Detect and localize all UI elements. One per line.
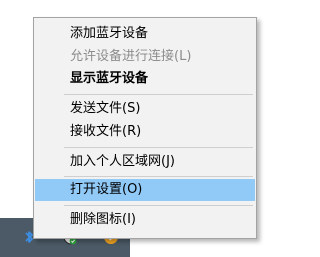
menu-separator [64, 176, 253, 177]
menu-item-send-file[interactable]: 发送文件(S) [35, 98, 255, 120]
menu-item-receive-file[interactable]: 接收文件(R) [35, 121, 255, 143]
menu-item-show-bluetooth-devices[interactable]: 显示蓝牙设备 [35, 68, 255, 90]
menu-item-remove-icon[interactable]: 删除图标(I) [35, 209, 255, 231]
menu-item-join-personal-area-network[interactable]: 加入个人区域网(J) [35, 151, 255, 173]
menu-separator [64, 147, 253, 148]
bluetooth-context-menu: 添加蓝牙设备 允许设备进行连接(L) 显示蓝牙设备 发送文件(S) 接收文件(R… [33, 17, 257, 239]
menu-separator [64, 205, 253, 206]
menu-item-add-bluetooth-device[interactable]: 添加蓝牙设备 [35, 23, 255, 45]
menu-separator [64, 94, 253, 95]
screen: 添加蓝牙设备 允许设备进行连接(L) 显示蓝牙设备 发送文件(S) 接收文件(R… [0, 0, 261, 257]
menu-item-open-settings[interactable]: 打开设置(O) [35, 179, 255, 201]
menu-item-allow-device-connection: 允许设备进行连接(L) [70, 49, 192, 64]
